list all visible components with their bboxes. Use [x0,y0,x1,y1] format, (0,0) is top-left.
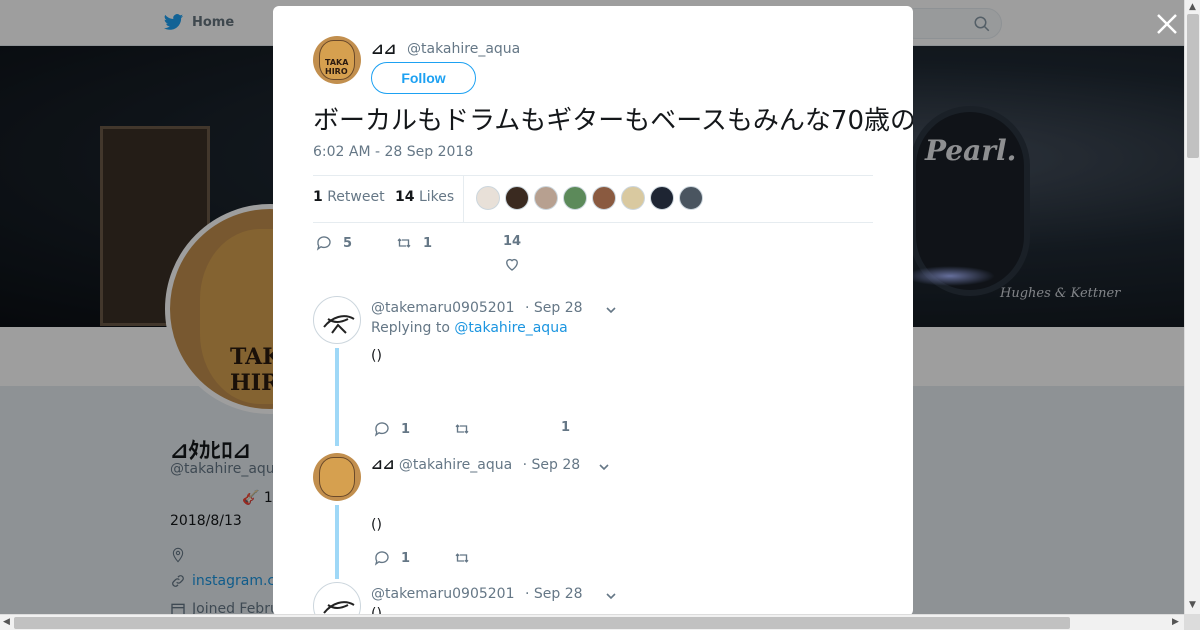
scroll-left-icon[interactable]: ◀ [3,617,10,627]
liker-avatar[interactable] [592,186,616,210]
reply-count: 5 [343,235,353,251]
avatar-cookie-text: TAKA HIRO [325,58,349,76]
like-stat[interactable]: 14 Likes [395,189,454,205]
retweet-count: 1 [313,189,323,205]
follow-button[interactable]: Follow [371,62,476,94]
tweet-stats: 1 Retweet 14 Likes [313,175,873,223]
scrollbar-corner [1184,614,1200,630]
reply-reply-count: 1 [401,421,411,437]
chevron-down-icon[interactable] [605,304,617,316]
reply-author-avatar[interactable] [313,296,361,344]
reply-reply-count: 1 [401,550,411,566]
tweet-text: ボーカルもドラムもギターもベースもみんな70歳のバンドが目標なのでもっと上手くな… [313,106,913,136]
horizontal-scrollbar[interactable]: ◀ ▶ [0,614,1184,630]
vertical-scroll-thumb[interactable] [1187,14,1199,158]
replying-to-prefix: Replying to [371,320,450,336]
liker-avatar[interactable] [679,186,703,210]
reply-date[interactable]: · Sep 28 [523,457,581,473]
reply-like-count: 1 [561,420,571,435]
heart-icon [506,258,518,271]
chevron-down-icon[interactable] [605,590,617,602]
reply-author-avatar[interactable] [313,453,361,501]
retweet-action[interactable]: 1 [395,234,432,252]
reply-handle[interactable]: @takemaru0905201 [371,586,515,602]
replying-to-link[interactable]: @takahire_aqua [454,320,567,336]
bird-drawing-icon [323,315,355,334]
reply-retweet-action[interactable] [453,420,471,438]
reply-handle[interactable]: @takemaru0905201 [371,300,515,316]
reply-icon [316,236,331,251]
reply-body: () [371,517,382,533]
liker-avatar[interactable] [534,186,558,210]
reply-author-avatar[interactable] [313,582,361,616]
retweet-action-count: 1 [423,235,433,251]
retweet-icon [455,424,469,434]
tweet-timestamp[interactable]: 6:02 AM - 28 Sep 2018 [313,144,473,160]
reply-tweet[interactable]: @takemaru0905201 · Sep 28 Replying to @t… [313,296,873,446]
liker-avatar[interactable] [476,186,500,210]
author-avatar[interactable]: TAKA HIRO [313,36,361,84]
reply-action[interactable]: 5 [315,234,352,252]
tweet-modal: TAKA HIRO ⊿⊿ @takahire_aqua Follow ボーカルもド… [273,6,913,616]
reply-icon [374,422,389,437]
reply-tweet[interactable]: @takemaru0905201 · Sep 28 () [313,582,873,616]
liker-avatar[interactable] [650,186,674,210]
reply-reply-action[interactable]: 1 [373,420,410,438]
reply-icon [374,551,389,566]
like-count: 14 [395,189,415,205]
liker-avatar[interactable] [621,186,645,210]
avatar-cookie-shape [319,457,355,497]
replying-to: Replying to @takahire_aqua [371,320,568,336]
liker-avatar[interactable] [563,186,587,210]
horizontal-scroll-thumb[interactable] [14,617,1070,629]
reply-header: @takemaru0905201 · Sep 28 [371,300,583,316]
reply-date[interactable]: · Sep 28 [525,300,583,316]
reply-like-action[interactable]: 1 [561,420,570,435]
retweet-label: Retweet [327,189,385,205]
vertical-scrollbar[interactable]: ▲ ▼ [1184,0,1200,614]
retweet-icon [455,553,469,563]
likers-avatars [476,186,703,210]
reply-retweet-action[interactable] [453,549,471,567]
stats-divider [463,176,464,223]
scroll-right-icon[interactable]: ▶ [1172,617,1179,627]
reply-handle[interactable]: @takahire_aqua [399,457,512,473]
like-label: Likes [418,189,455,205]
reply-header: @takemaru0905201 · Sep 28 [371,586,583,602]
liker-avatar[interactable] [505,186,529,210]
like-action-count: 14 [503,234,522,249]
reply-name[interactable]: ⊿⊿ [371,457,394,473]
retweet-stat[interactable]: 1 Retweet [313,189,385,205]
retweet-icon [397,238,411,248]
scroll-up-icon[interactable]: ▲ [1189,2,1196,12]
reply-reply-action[interactable]: 1 [373,549,410,567]
thread-line [335,505,339,579]
close-icon[interactable] [1155,12,1179,36]
author-handle[interactable]: @takahire_aqua [407,41,520,57]
reply-header: ⊿⊿ @takahire_aqua · Sep 28 [371,457,580,473]
chevron-down-icon[interactable] [598,461,610,473]
bird-drawing-icon [323,601,355,614]
reply-tweet[interactable]: ⊿⊿ @takahire_aqua · Sep 28 () 1 [313,453,873,579]
author-name[interactable]: ⊿⊿ [371,40,396,58]
reply-date[interactable]: · Sep 28 [525,586,583,602]
scroll-down-icon[interactable]: ▼ [1189,600,1196,610]
like-action[interactable]: 14 [503,234,521,273]
reply-body: () [371,348,382,364]
thread-line [335,348,339,446]
